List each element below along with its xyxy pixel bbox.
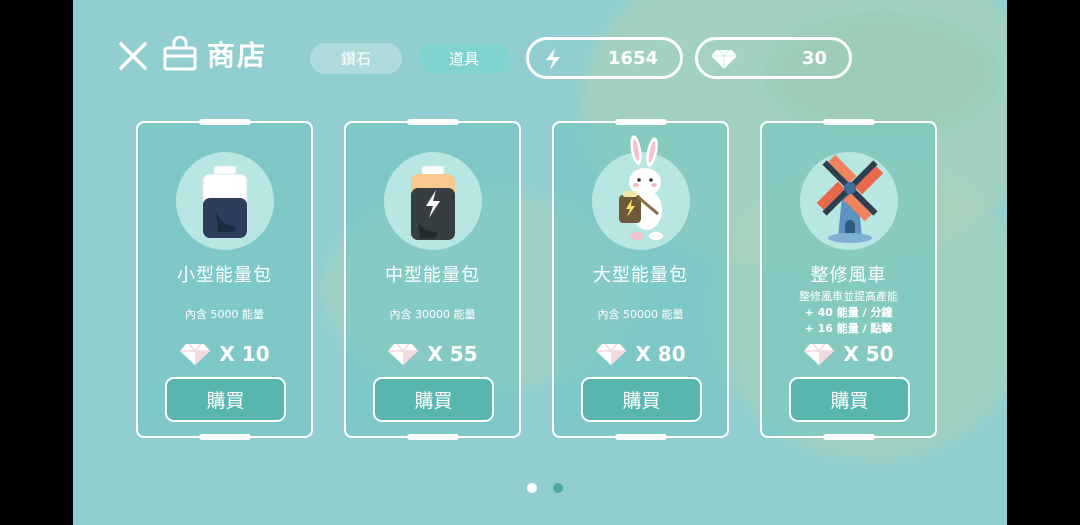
buy-button[interactable]: 購買 [581, 377, 702, 422]
gem-counter: 30 [695, 37, 852, 79]
diamond-icon [711, 49, 737, 69]
windmill-icon [816, 154, 884, 243]
buy-button[interactable]: 購買 [789, 377, 910, 422]
item-icon-frame [592, 135, 690, 250]
shop-card-windmill-repair: 整修風車 整修風車並提高產能 + 40 能量 / 分鐘 + 16 能量 / 點擊… [760, 119, 937, 440]
item-icon-frame [176, 152, 274, 250]
card-tab [615, 119, 667, 125]
close-button[interactable] [117, 38, 149, 74]
card-tab [615, 434, 667, 440]
item-price: X 55 [346, 342, 519, 366]
item-name: 整修風車 [810, 265, 887, 286]
item-price-value: X 50 [843, 342, 894, 366]
item-description: 整修風車並提高產能 + 40 能量 / 分鐘 + 16 能量 / 點擊 [762, 289, 935, 337]
medium-battery-icon [411, 165, 455, 240]
shopping-bag-icon [163, 36, 197, 71]
energy-value: 1654 [607, 48, 658, 69]
item-price-value: X 80 [635, 342, 686, 366]
shop-card-small-energy: 小型能量包 內含 5000 能量 X 10 購買 [136, 119, 313, 440]
item-name: 中型能量包 [385, 265, 480, 286]
item-price-value: X 55 [427, 342, 478, 366]
card-tab [407, 434, 459, 440]
diamond-icon [596, 343, 627, 365]
item-description: 內含 30000 能量 [389, 308, 476, 321]
item-description-line: + 16 能量 / 點擊 [804, 322, 893, 335]
card-tab [199, 119, 251, 125]
page-header: 商店 [163, 34, 267, 74]
page-title: 商店 [207, 39, 268, 72]
tab-diamonds[interactable]: 鑽石 [310, 43, 402, 74]
item-price-value: X 10 [219, 342, 270, 366]
close-icon [119, 42, 147, 70]
bunny-battery-icon [619, 135, 663, 240]
item-price: X 80 [554, 342, 727, 366]
item-name: 小型能量包 [177, 265, 272, 286]
item-description-line: 整修風車並提高產能 [799, 290, 898, 303]
shop-card-large-energy: 大型能量包 內含 50000 能量 X 80 購買 [552, 119, 729, 440]
item-icon-frame [800, 152, 898, 250]
item-name: 大型能量包 [593, 265, 688, 286]
card-tab [199, 434, 251, 440]
card-tab [823, 119, 875, 125]
small-battery-icon [202, 165, 248, 239]
tab-items[interactable]: 道具 [418, 43, 510, 74]
buy-button[interactable]: 購買 [373, 377, 494, 422]
item-price: X 50 [762, 342, 935, 366]
diamond-icon [388, 343, 419, 365]
energy-counter: 1654 [526, 37, 683, 79]
card-tab [823, 434, 875, 440]
gem-value: 30 [801, 48, 827, 69]
page-indicator-dot-2[interactable] [553, 483, 563, 493]
lightning-icon [546, 48, 560, 70]
item-description: 內含 5000 能量 [185, 308, 264, 321]
shop-screen: 商店 鑽石 道具 1654 30 小型能量包 內含 5000 能量 X 10 購… [73, 0, 1007, 525]
diamond-icon [180, 343, 211, 365]
page-indicator-dot-1[interactable] [527, 483, 537, 493]
item-description-line: + 40 能量 / 分鐘 [804, 306, 893, 319]
buy-button[interactable]: 購買 [165, 377, 286, 422]
item-description: 內含 50000 能量 [597, 308, 684, 321]
item-price: X 10 [138, 342, 311, 366]
card-tab [407, 119, 459, 125]
item-icon-frame [384, 152, 482, 250]
shop-card-medium-energy: 中型能量包 內含 30000 能量 X 55 購買 [344, 119, 521, 440]
diamond-icon [804, 343, 835, 365]
